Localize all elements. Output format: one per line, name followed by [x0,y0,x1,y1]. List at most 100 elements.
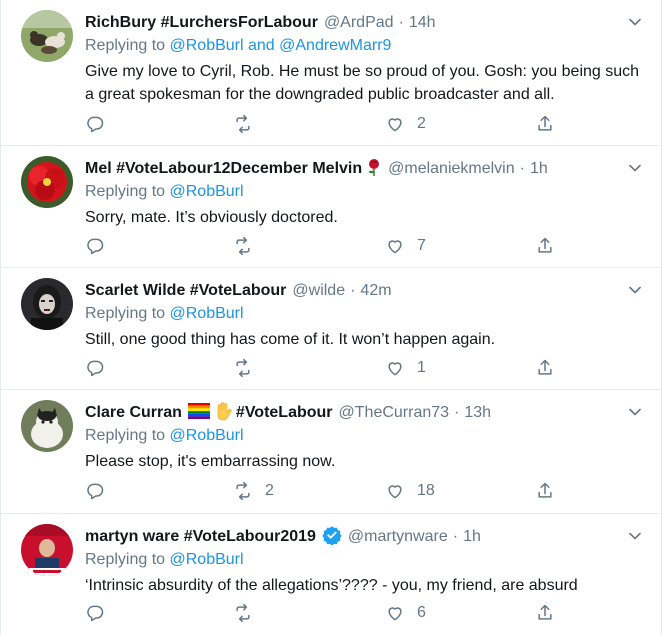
mention-link[interactable]: @RobBurl [170,427,244,444]
reply-icon [87,238,104,255]
chevron-down-icon[interactable] [627,282,643,298]
timestamp[interactable]: 1h [463,528,481,546]
like-button[interactable]: 18 [385,481,435,501]
display-name[interactable]: RichBury #LurchersForLabour [85,14,318,32]
avatar[interactable] [21,524,73,576]
heart-icon [388,118,402,132]
portrait-avatar-image [21,278,73,330]
mention-link[interactable]: @RobBurl [170,37,244,54]
separator-dot: · [350,282,356,299]
share-button[interactable] [535,481,555,501]
tweet-actions: 2 18 [85,479,555,503]
chevron-down-icon[interactable] [627,404,643,420]
chevron-down-icon[interactable] [627,14,643,30]
mention-link[interactable]: @RobBurl [170,183,244,200]
replying-to-line: Replying to @RobBurl [85,551,244,569]
retweet-button[interactable] [233,236,265,256]
share-icon [538,359,552,375]
share-button[interactable] [535,358,555,378]
retweet-icon [236,236,250,256]
like-button[interactable]: 6 [385,603,426,623]
like-button[interactable]: 7 [385,236,426,256]
like-count: 7 [417,237,426,254]
reply-button[interactable] [85,603,105,623]
timestamp[interactable]: 1h [530,160,548,178]
share-icon [538,604,552,620]
tweet-text: Please stop, it's embarrassing now. [85,453,336,470]
tweet-4[interactable]: Clare Curran #VoteLabour @TheCurran73 · … [1,390,661,514]
reply-button[interactable] [85,236,105,256]
replying-to-line: Replying to @RobBurl [85,427,244,445]
raised-hand-emoji-icon [214,401,232,426]
display-name[interactable]: Mel #VoteLabour12December Melvin [85,160,362,178]
avatar[interactable] [21,278,73,330]
user-handle[interactable]: @TheCurran73 [339,404,450,422]
reply-icon [87,360,104,377]
retweet-button[interactable] [233,358,265,378]
heart-icon [388,485,402,499]
display-name[interactable]: Scarlet Wilde #VoteLabour [85,282,286,300]
retweet-icon [236,358,250,378]
reply-button[interactable] [85,114,105,134]
reply-button[interactable] [85,358,105,378]
tweet-actions: 1 [85,356,555,380]
share-icon [538,482,552,498]
replying-to-line: Replying to @RobBurl [85,305,244,323]
verified-badge-icon [322,525,342,550]
reply-icon [87,605,104,622]
share-button[interactable] [535,236,555,256]
retweet-button[interactable] [233,603,265,623]
display-name[interactable]: Clare Curran [85,404,182,422]
user-handle[interactable]: @martynware [348,528,448,546]
timestamp[interactable]: 14h [409,14,436,32]
replying-to-line: Replying to @RobBurl and @AndrewMarr9 [85,37,391,55]
heart-icon [388,607,402,621]
reply-feed: RichBury #LurchersForLabour @ArdPad · 14… [0,0,662,635]
tweet-3[interactable]: Scarlet Wilde #VoteLabour @wilde · 42m R… [1,268,661,390]
replying-to-label: Replying to [85,183,170,200]
chevron-down-icon[interactable] [627,160,643,176]
avatar[interactable] [21,400,73,452]
reply-button[interactable] [85,481,105,501]
replying-to-line: Replying to @RobBurl [85,183,244,201]
tweet-2[interactable]: Mel #VoteLabour12December Melvin @melani… [1,146,661,268]
retweet-button[interactable]: 2 [233,481,274,501]
display-name[interactable]: martyn ware #VoteLabour2019 [85,528,316,546]
tweet-text: Sorry, mate. It’s obviously doctored. [85,209,338,226]
like-count: 2 [417,115,426,132]
like-button[interactable]: 2 [385,114,426,134]
avatar[interactable] [21,10,73,62]
reply-icon [87,116,104,133]
tweet-5[interactable]: martyn ware #VoteLabour2019 @martynware … [1,514,661,635]
timestamp[interactable]: 42m [360,282,391,300]
heart-icon [388,240,402,254]
share-button[interactable] [535,603,555,623]
like-button[interactable]: 1 [385,358,426,378]
display-name-suffix[interactable]: #VoteLabour [236,404,333,422]
retweet-button[interactable] [233,114,265,134]
flower-avatar-image [21,156,73,208]
heart-icon [388,362,402,376]
user-handle[interactable]: @wilde [292,282,345,300]
chevron-down-icon[interactable] [627,528,643,544]
avatar[interactable] [21,156,73,208]
vote-labour-avatar-image [21,524,73,576]
mention-link[interactable]: @AndrewMarr9 [279,37,391,54]
share-button[interactable] [535,114,555,134]
like-count: 1 [417,359,426,376]
separator-dot: · [452,528,459,545]
retweet-icon [236,603,250,623]
mention-link[interactable]: @RobBurl [170,305,244,322]
like-count: 6 [417,604,426,621]
reply-icon [87,483,104,500]
mention-link[interactable]: @RobBurl [170,551,244,568]
user-handle[interactable]: @melaniekmelvin [388,160,515,178]
share-icon [538,115,552,131]
tweet-1[interactable]: RichBury #LurchersForLabour @ArdPad · 14… [1,0,661,146]
timestamp[interactable]: 13h [464,404,491,422]
tweet-text: ‘Intrinsic absurdity of the allegations’… [85,577,578,594]
user-handle[interactable]: @ArdPad [324,14,394,32]
replying-to-join: and [243,37,280,54]
tweet-text: Still, one good thing has come of it. It… [85,331,496,348]
tweet-text: Give my love to Cyril, Rob. He must be s… [85,63,640,103]
